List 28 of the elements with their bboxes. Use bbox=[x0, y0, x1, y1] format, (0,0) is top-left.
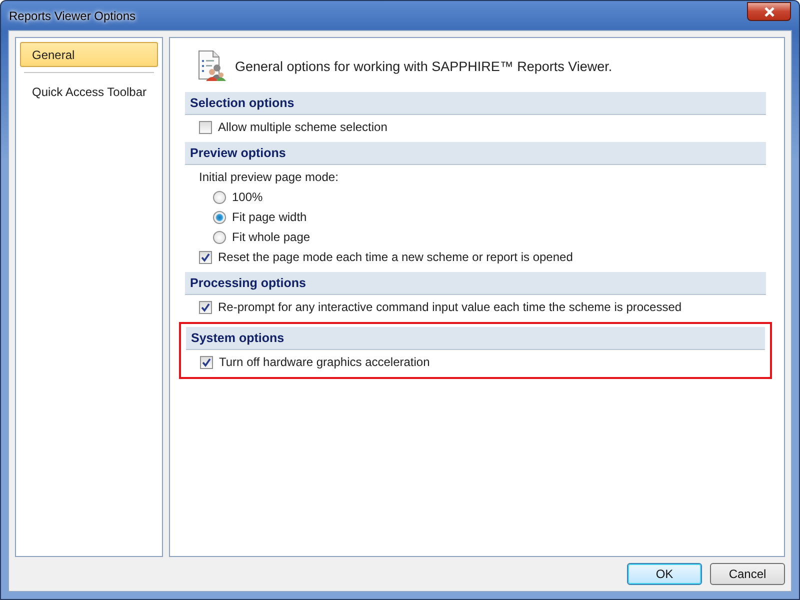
dialog-button[interactable]: Cancel bbox=[710, 563, 785, 585]
window-title: Reports Viewer Options bbox=[9, 8, 136, 22]
checkbox-label: Allow multiple scheme selection bbox=[218, 120, 388, 134]
section-header: System options bbox=[186, 327, 765, 350]
radio-button[interactable] bbox=[213, 210, 226, 224]
close-button[interactable] bbox=[747, 2, 791, 21]
checkbox-label: Reset the page mode each time a new scheme or report is opened bbox=[218, 250, 573, 264]
radio-button[interactable] bbox=[213, 190, 226, 204]
section-header: Processing options bbox=[185, 272, 766, 295]
sidebar-item[interactable]: General bbox=[20, 42, 158, 67]
checkbox[interactable] bbox=[200, 356, 213, 368]
sidebar-item[interactable]: Quick Access Toolbar bbox=[20, 79, 158, 104]
dialog-button[interactable]: OK bbox=[627, 563, 702, 585]
radio-button[interactable] bbox=[213, 230, 226, 244]
checkbox[interactable] bbox=[199, 250, 212, 264]
header-text: General options for working with SAPPHIRE™ Reports Viewer. bbox=[235, 58, 612, 74]
section-header: Preview options bbox=[185, 142, 766, 165]
radio-label: Fit page width bbox=[232, 210, 307, 224]
section-header: Selection options bbox=[185, 92, 766, 115]
option-label: Initial preview page mode: bbox=[199, 170, 338, 184]
document-users-icon bbox=[197, 50, 227, 82]
checkbox-label: Re-prompt for any interactive command input value each time the scheme is processed bbox=[218, 300, 682, 314]
checkbox[interactable] bbox=[199, 300, 212, 314]
checkbox-label: Turn off hardware graphics acceleration bbox=[219, 355, 430, 369]
radio-label: Fit whole page bbox=[232, 230, 310, 244]
close-icon bbox=[764, 6, 774, 16]
checkbox[interactable] bbox=[199, 120, 212, 134]
radio-label: 100% bbox=[232, 190, 263, 204]
